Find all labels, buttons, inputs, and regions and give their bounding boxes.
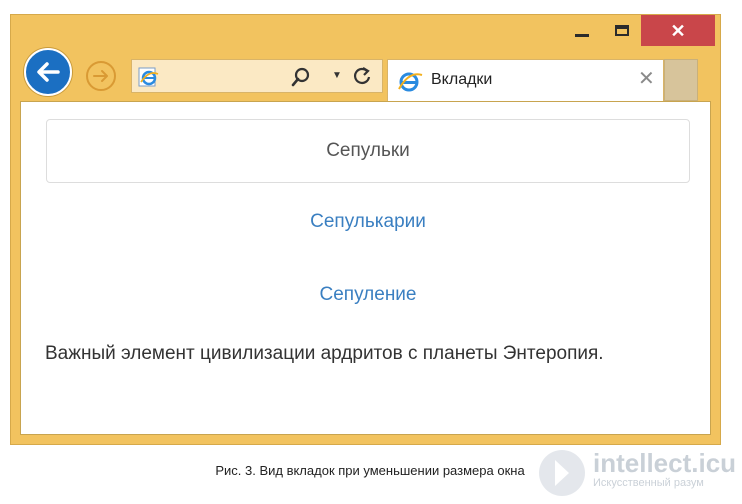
- back-arrow-icon: [37, 62, 60, 82]
- address-bar[interactable]: ▼: [131, 59, 383, 93]
- tab-sepulki[interactable]: Сепульки: [46, 119, 690, 183]
- chevron-down-icon[interactable]: ▼: [332, 70, 342, 81]
- forward-arrow-icon: [93, 70, 108, 82]
- ie-page-icon: [138, 66, 160, 93]
- maximize-icon: [615, 25, 629, 36]
- figure-caption: Рис. 3. Вид вкладок при уменьшении разме…: [215, 463, 525, 478]
- refresh-icon[interactable]: [352, 66, 372, 91]
- new-tab-button[interactable]: [664, 59, 698, 101]
- tab-close-icon[interactable]: ✕: [638, 69, 655, 89]
- tab-content-text: Важный элемент цивилизации ардритов с пл…: [45, 343, 604, 364]
- close-icon: ✕: [670, 20, 686, 41]
- search-icon[interactable]: [291, 67, 311, 92]
- back-button[interactable]: [24, 48, 72, 96]
- ie-tab-icon: [397, 69, 423, 98]
- watermark-subtitle: Искусственный разум: [593, 477, 704, 489]
- watermark-logo: [539, 450, 585, 496]
- minimize-icon: [575, 34, 589, 37]
- browser-tab[interactable]: Вкладки ✕: [387, 59, 664, 101]
- minimize-button[interactable]: [559, 15, 605, 46]
- forward-button[interactable]: [86, 61, 116, 91]
- tab-sepulenie[interactable]: Сепуление: [46, 284, 690, 306]
- watermark-title: intellect.icu: [593, 448, 737, 478]
- page-content: Сепульки Сепулькарии Сепуление Важный эл…: [20, 101, 711, 435]
- watermark: intellect.icu Искусственный разум: [537, 448, 737, 500]
- tab-sepulkarii[interactable]: Сепулькарии: [46, 211, 690, 233]
- tab-title: Вкладки: [431, 71, 493, 88]
- close-window-button[interactable]: ✕: [641, 15, 715, 46]
- maximize-button[interactable]: [605, 15, 639, 46]
